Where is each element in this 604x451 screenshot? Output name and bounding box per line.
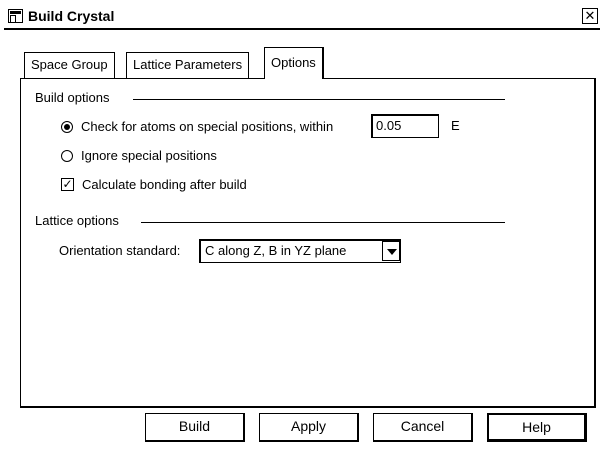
orientation-value: C along Z, B in YZ plane [205,243,347,258]
close-icon[interactable]: ✕ [582,8,598,24]
calc-bonding-checkbox[interactable]: ✓ [61,178,74,192]
tolerance-unit: E [451,118,460,133]
check-special-label: Check for atoms on special positions, wi… [81,119,334,135]
orientation-label: Orientation standard: [59,243,181,258]
check-special-radio[interactable] [61,120,73,133]
options-panel: Build options Check for atoms on special… [20,78,596,408]
window-icon[interactable] [8,9,23,23]
build-options-divider [133,99,505,100]
build-button[interactable]: Build [145,413,245,442]
check-special-option[interactable]: Check for atoms on special positions, wi… [61,118,333,134]
calc-bonding-option[interactable]: ✓ Calculate bonding after build [61,176,247,192]
tab-lattice-parameters[interactable]: Lattice Parameters [126,52,250,78]
cancel-button[interactable]: Cancel [373,413,473,442]
window-title: Build Crystal [28,8,115,24]
title-bar[interactable]: Build Crystal ✕ [4,4,600,30]
tab-space-group[interactable]: Space Group [24,52,115,78]
lattice-options-title: Lattice options [35,213,127,228]
ignore-special-option[interactable]: Ignore special positions [61,147,217,163]
ignore-special-label: Ignore special positions [81,148,217,164]
calc-bonding-label: Calculate bonding after build [82,177,247,193]
orientation-select[interactable]: C along Z, B in YZ plane [199,239,401,263]
help-button[interactable]: Help [487,413,587,442]
tab-options[interactable]: Options [264,47,324,79]
build-crystal-dialog: Build Crystal ✕ Space Group Lattice Para… [0,0,604,451]
tolerance-input[interactable]: 0.05 [371,114,439,138]
apply-button[interactable]: Apply [259,413,359,442]
lattice-options-divider [141,222,505,223]
ignore-special-radio[interactable] [61,149,73,162]
chevron-down-icon[interactable] [382,241,400,261]
build-options-title: Build options [35,90,118,105]
